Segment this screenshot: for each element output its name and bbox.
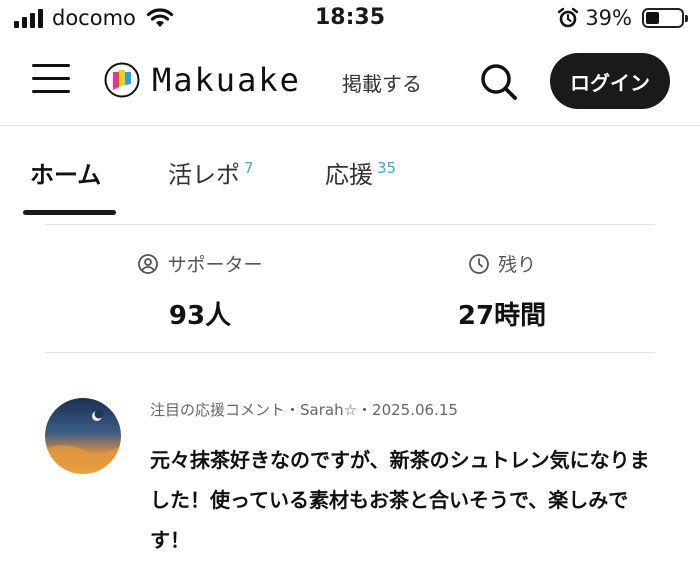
tab-reports[interactable]: 活レポ 7 [168, 155, 254, 190]
battery-percent: 39% [585, 6, 632, 30]
tab-support-count: 35 [377, 159, 397, 177]
supporters-label: サポーター [167, 254, 263, 276]
remaining-value: 27時間 [457, 301, 547, 331]
remaining-stat: 残り 27時間 [392, 250, 612, 332]
logo-text: Makuake [152, 61, 301, 99]
tab-support-label: 応援 [325, 161, 373, 189]
status-bar: docomo 18:35 39% [0, 0, 700, 40]
tab-reports-count: 7 [244, 159, 254, 177]
tab-support[interactable]: 応援 35 [325, 155, 396, 190]
tab-home-label: ホーム [30, 161, 102, 189]
tab-reports-label: 活レポ [168, 161, 240, 189]
project-tabs: ホーム 活レポ 7 応援 35 [0, 127, 700, 225]
logo-mark-icon [104, 62, 140, 98]
divider [45, 224, 655, 225]
post-project-link[interactable]: 掲載する [342, 68, 422, 97]
site-header: Makuake 掲載する ログイン [0, 40, 700, 126]
remaining-label: 残り [497, 254, 536, 276]
active-tab-indicator [23, 210, 116, 215]
comment-text: 元々抹茶好きなのですが、新茶のシュトレン気になりました！使っている素材もお茶と合… [150, 448, 650, 552]
battery-icon [642, 8, 688, 28]
login-button[interactable]: ログイン [550, 53, 670, 109]
makuake-logo[interactable]: Makuake [104, 61, 301, 99]
alarm-icon [558, 7, 579, 28]
menu-icon[interactable] [32, 64, 70, 98]
battery-level-fill [646, 12, 660, 24]
divider [45, 352, 655, 353]
search-icon[interactable] [477, 60, 521, 104]
clock-icon [469, 253, 489, 274]
supporters-value: 93人 [168, 301, 232, 331]
tab-home[interactable]: ホーム [30, 155, 101, 190]
user-circle-icon [138, 253, 159, 274]
comment-meta: 注目の応援コメント・Sarah☆・2025.06.15 [150, 401, 458, 419]
supporters-stat: サポーター 93人 [90, 250, 310, 332]
avatar[interactable] [45, 398, 121, 474]
